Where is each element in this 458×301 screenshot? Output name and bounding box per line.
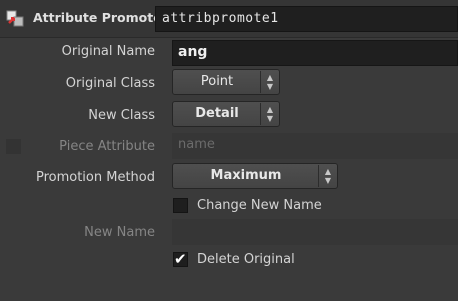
- delete-original-label: Delete Original: [197, 252, 295, 267]
- original-class-value: Point: [200, 74, 234, 89]
- promotion-method-value: Maximum: [210, 168, 282, 183]
- original-class-menu[interactable]: Point ▲ ▼: [172, 69, 280, 95]
- attribute-promote-icon: [6, 10, 24, 27]
- delete-original-checkbox[interactable]: ✔: [173, 250, 188, 268]
- change-new-name-checkbox[interactable]: [173, 198, 188, 213]
- up-down-arrows-icon: ▲ ▼: [324, 167, 332, 185]
- new-name-field[interactable]: [172, 219, 458, 245]
- new-class-menu[interactable]: Detail ▲ ▼: [172, 101, 280, 127]
- checkmark-icon: ✔: [174, 250, 187, 268]
- change-new-name-label: Change New Name: [197, 198, 322, 213]
- new-name-label: New Name: [84, 225, 155, 240]
- node-name-field[interactable]: attribpromote1: [155, 6, 458, 32]
- piece-attribute-label: Piece Attribute: [59, 139, 155, 154]
- original-name-label: Original Name: [61, 44, 155, 59]
- up-down-arrows-icon: ▲ ▼: [266, 73, 274, 91]
- original-name-field[interactable]: ang: [172, 40, 458, 66]
- promotion-method-label: Promotion Method: [35, 170, 155, 185]
- node-header: Attribute Promote attribpromote1: [0, 0, 458, 38]
- original-class-label: Original Class: [65, 76, 155, 91]
- up-down-arrows-icon: ▲ ▼: [266, 105, 274, 123]
- new-class-label: New Class: [88, 108, 155, 123]
- promotion-method-menu[interactable]: Maximum ▲ ▼: [172, 163, 338, 189]
- piece-attribute-field[interactable]: name: [172, 133, 458, 159]
- new-class-value: Detail: [195, 106, 239, 121]
- node-type-label: Attribute Promote: [33, 10, 162, 25]
